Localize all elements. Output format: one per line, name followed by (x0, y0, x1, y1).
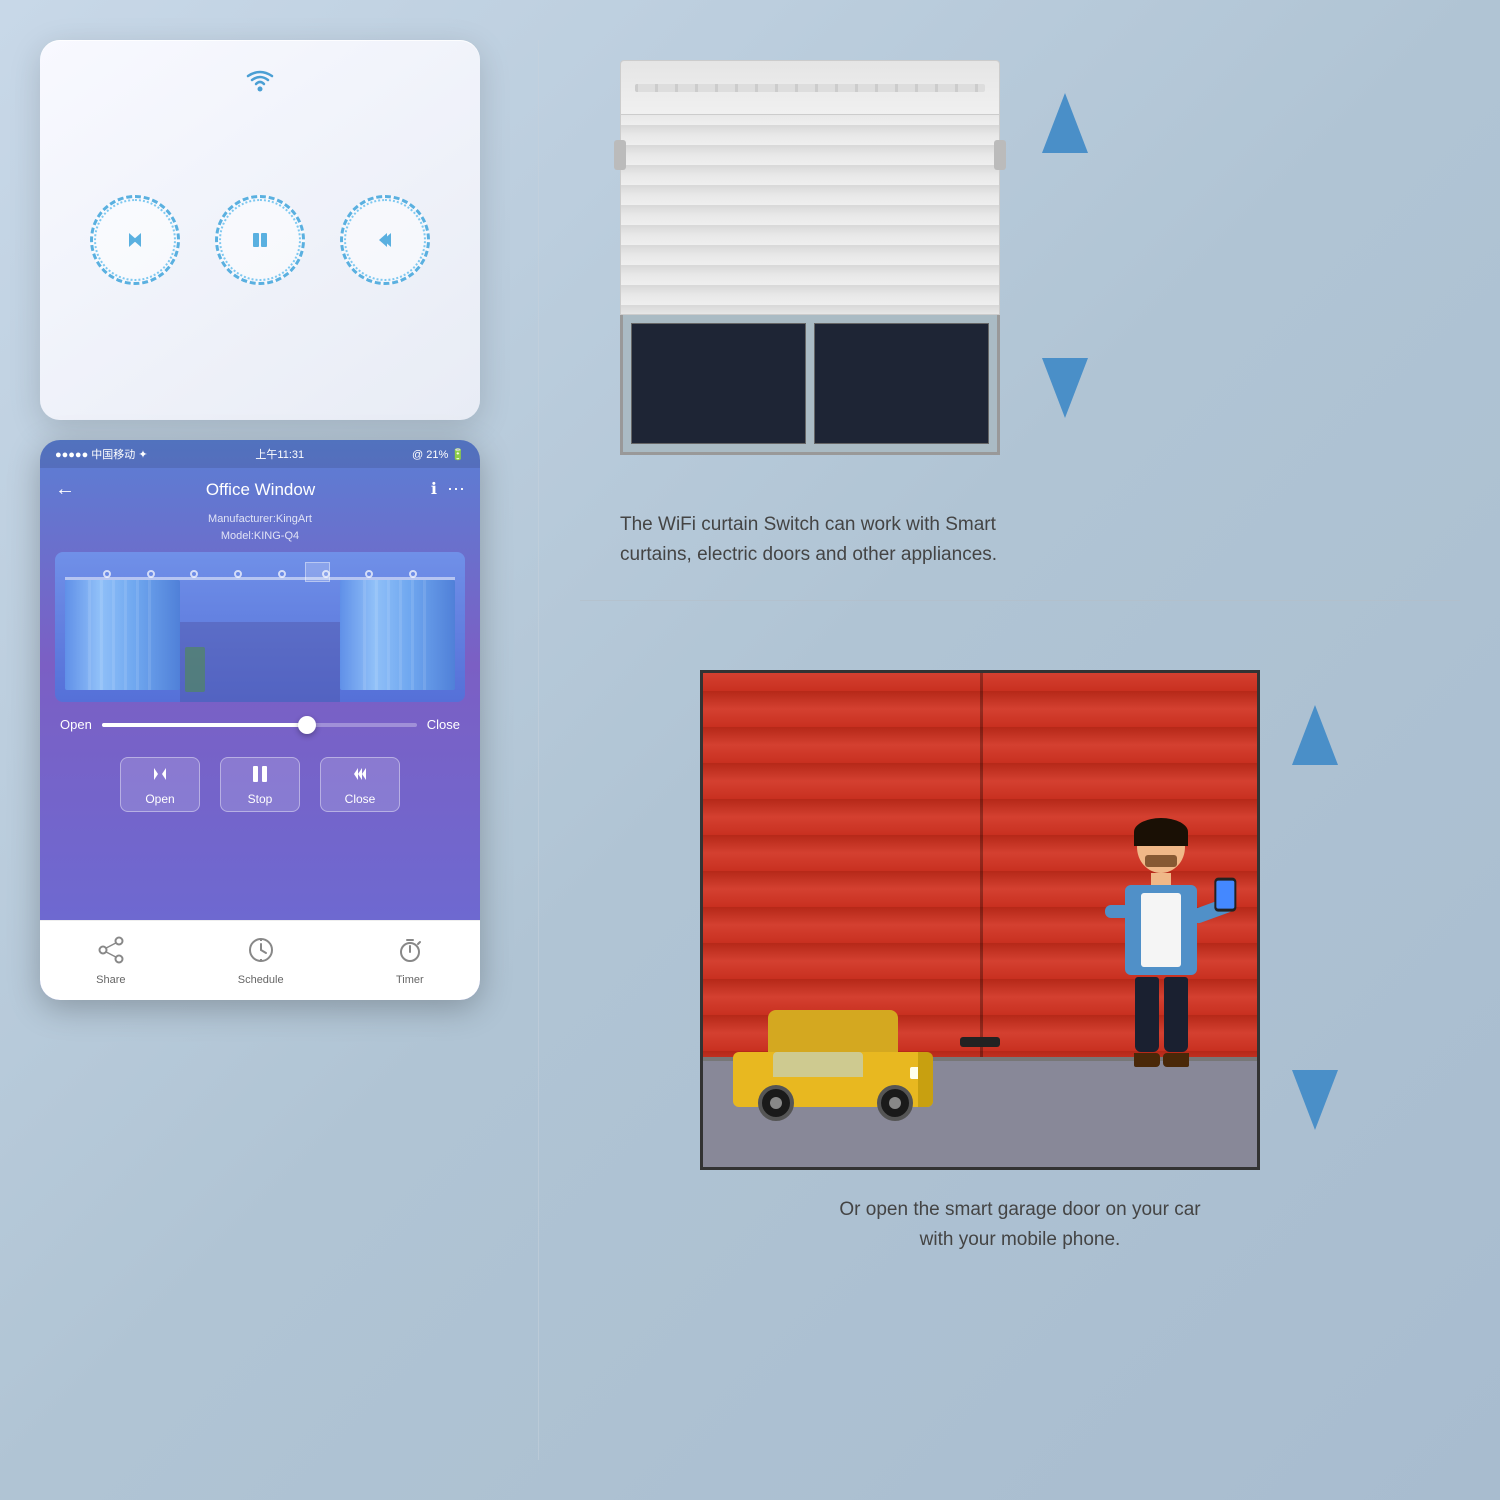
garage-arrow-up-icon (1290, 700, 1340, 775)
garage-section: Or open the smart garage door on your ca… (580, 640, 1460, 1480)
share-label: Share (96, 974, 125, 986)
wifi-icon (246, 70, 274, 98)
timer-icon (396, 936, 424, 970)
open-label: Open (145, 792, 174, 806)
slider-track[interactable] (102, 723, 417, 727)
phone-status-bar: ●●●●● 中国移动 ✦ 上午11:31 @ 21% 🔋 (40, 440, 480, 468)
stop-label: Stop (248, 792, 273, 806)
stop-icon (249, 763, 271, 788)
time-text: 上午11:31 (255, 446, 304, 462)
nav-share[interactable]: Share (96, 936, 125, 986)
back-button[interactable]: ← (55, 478, 75, 501)
switch-open-button[interactable] (90, 195, 180, 285)
right-divider (580, 600, 1460, 601)
description-line2: curtains, electric doors and other appli… (620, 540, 997, 570)
garage-desc-line1: Or open the smart garage door on your ca… (839, 1195, 1200, 1225)
timer-label: Timer (396, 974, 424, 986)
header-icons: ℹ ⋯ (431, 479, 465, 500)
carrier-text: ●●●●● 中国移动 ✦ (55, 446, 148, 462)
model-text: Model:KING-Q4 (40, 528, 480, 545)
schedule-label: Schedule (238, 974, 284, 986)
nav-timer[interactable]: Timer (396, 936, 424, 986)
slider-thumb[interactable] (298, 716, 316, 734)
garage-arrows (1290, 670, 1340, 1170)
switch-close-button[interactable] (340, 195, 430, 285)
arrow-up-icon (1040, 88, 1090, 163)
garage-description: Or open the smart garage door on your ca… (839, 1195, 1200, 1256)
slider-open-label: Open (60, 717, 92, 732)
curtain-slider[interactable]: Open Close (40, 702, 480, 747)
slider-close-label: Close (427, 717, 460, 732)
vertical-divider (538, 40, 539, 1460)
curtain-left (65, 580, 180, 690)
app-title: Office Window (90, 480, 431, 500)
close-label: Close (345, 792, 376, 806)
nav-schedule[interactable]: Schedule (238, 936, 284, 986)
close-icon (346, 763, 374, 788)
curtain-right (340, 580, 455, 690)
slider-fill (102, 723, 307, 727)
control-buttons: Open Stop Close (40, 747, 480, 822)
open-icon (146, 763, 174, 788)
window-pane-left (631, 323, 806, 444)
shutter-slats (620, 115, 1000, 315)
info-icon[interactable]: ℹ (431, 479, 437, 500)
window-section (620, 60, 1090, 455)
app-header: ← Office Window ℹ ⋯ (40, 468, 480, 511)
share-icon (97, 936, 125, 970)
garage-illustration (700, 670, 1260, 1170)
garage-arrow-down-icon (1290, 1065, 1340, 1140)
phone-app-panel: ●●●●● 中国移动 ✦ 上午11:31 @ 21% 🔋 ← Office Wi… (40, 440, 480, 1000)
person-figure (1125, 821, 1197, 1067)
manufacturer-text: Manufacturer:KingArt (40, 511, 480, 528)
app-open-button[interactable]: Open (120, 757, 200, 812)
garage-content (700, 670, 1340, 1170)
smart-switch-panel (40, 40, 480, 420)
garage-desc-line2: with your mobile phone. (839, 1225, 1200, 1255)
battery-text: @ 21% 🔋 (412, 448, 465, 461)
schedule-icon (247, 936, 275, 970)
phone-bottom-nav: Share Schedule (40, 920, 480, 1000)
more-icon[interactable]: ⋯ (447, 479, 465, 500)
window-arrows (1040, 68, 1090, 448)
shutter-box (620, 60, 1000, 115)
switch-stop-button[interactable] (215, 195, 305, 285)
app-close-button[interactable]: Close (320, 757, 400, 812)
arrow-down-icon (1040, 353, 1090, 428)
app-stop-button[interactable]: Stop (220, 757, 300, 812)
description-line1: The WiFi curtain Switch can work with Sm… (620, 510, 997, 540)
switch-buttons-row (90, 195, 430, 285)
window-frame (620, 315, 1000, 455)
car (733, 1052, 933, 1107)
window-pane-right (814, 323, 989, 444)
right-top-description: The WiFi curtain Switch can work with Sm… (620, 510, 997, 571)
curtain-visualization (55, 552, 465, 702)
window-illustration (620, 60, 1000, 455)
manufacturer-info: Manufacturer:KingArt Model:KING-Q4 (40, 511, 480, 552)
